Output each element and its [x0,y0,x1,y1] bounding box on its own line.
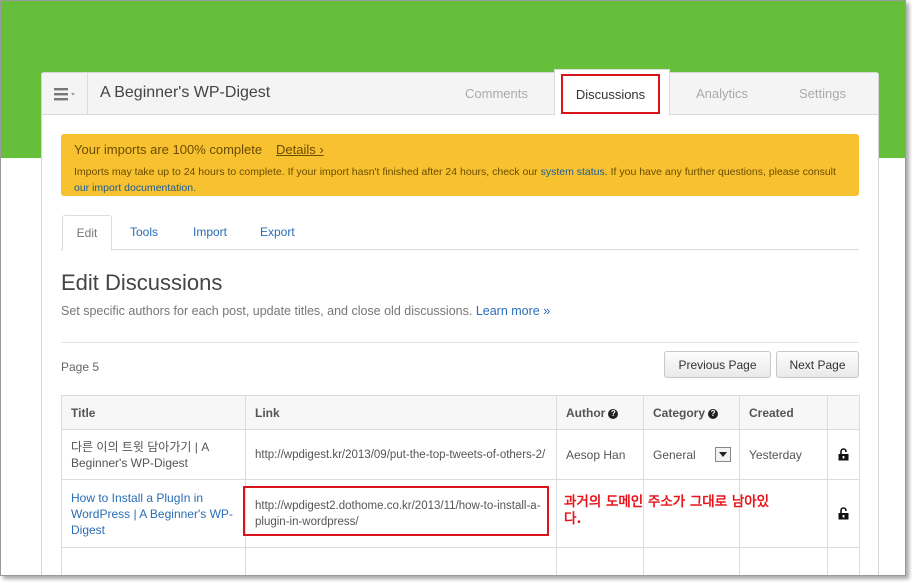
import-complete-alert: Your imports are 100% complete Details ›… [61,134,859,196]
tab-analytics[interactable]: Analytics [696,86,748,101]
page-title: Edit Discussions [61,270,223,295]
previous-page-button[interactable]: Previous Page [664,351,771,378]
import-documentation-link[interactable]: our import documentation [74,182,193,194]
tab-settings[interactable]: Settings [799,86,846,101]
row-title[interactable]: 다른 이의 트윗 담아가기 | A Beginner's WP-Digest [61,429,246,480]
lock-cell [827,429,860,480]
unlock-icon[interactable] [837,507,850,520]
column-header-author: Author? [556,395,644,430]
annotation-text: 과거의 도메인 주소가 그대로 남아있다. [564,494,770,527]
tab-comments[interactable]: Comments [465,86,528,101]
column-header-link: Link [245,395,557,430]
system-status-link[interactable]: system status [541,166,605,178]
sub-navigation: Edit Tools Import Export [61,215,859,251]
row-title[interactable]: How to Install a PlugIn in WordPress | A… [61,479,246,548]
column-header-created: Created [739,395,828,430]
lock-cell [827,479,860,548]
column-header-category-label: Category [653,405,706,420]
table-row [61,547,860,575]
row-title [61,547,246,575]
row-created [739,547,828,575]
row-link[interactable]: http://wpdigest.kr/2013/09/put-the-top-t… [245,429,557,480]
column-header-title: Title [61,395,246,430]
menu-button[interactable] [42,73,88,114]
alert-body: Imports may take up to 24 hours to compl… [74,164,849,196]
column-header-lock [827,395,860,430]
page-indicator: Page 5 [61,360,100,374]
category-value: General [653,447,696,462]
screenshot-frame: A Beginner's WP-Digest Comments Discussi… [0,0,906,576]
tab-discussions[interactable]: Discussions [554,69,670,116]
page-description: Set specific authors for each post, upda… [61,304,550,318]
alert-body-text: . If you have any further questions, ple… [604,166,836,178]
tab-discussions-label: Discussions [561,74,660,114]
row-author[interactable]: Aesop Han [556,429,644,480]
admin-panel: A Beginner's WP-Digest Comments Discussi… [41,69,879,575]
help-icon[interactable]: ? [708,408,719,419]
category-select [643,547,740,575]
column-header-author-label: Author [566,405,606,420]
table-header-row: Title Link Author? Category? Created [61,395,860,430]
site-title[interactable]: A Beginner's WP-Digest [100,84,270,102]
learn-more-link[interactable]: Learn more » [476,304,550,318]
alert-details-link[interactable]: Details › [276,142,324,157]
highlight-box [243,486,549,536]
subtab-tools[interactable]: Tools [130,225,158,239]
hamburger-menu-icon [53,87,76,101]
subtab-edit[interactable]: Edit [62,215,112,251]
alert-body-text: Imports may take up to 24 hours to compl… [74,166,541,178]
description-text: Set specific authors for each post, upda… [61,304,473,318]
row-created: Yesterday [739,429,828,480]
dropdown-arrow-icon[interactable] [715,447,731,462]
category-select[interactable]: General [643,429,740,480]
unlock-icon[interactable] [837,448,850,461]
top-navbar: A Beginner's WP-Digest Comments Discussi… [42,69,878,116]
row-author [556,547,644,575]
column-header-category: Category? [643,395,740,430]
row-link [245,547,557,575]
help-icon[interactable]: ? [608,408,619,419]
subtab-import[interactable]: Import [193,225,227,239]
divider [61,342,859,343]
lock-cell [827,547,860,575]
subtab-export[interactable]: Export [260,225,295,239]
alert-body-text: . [193,182,196,194]
next-page-button[interactable]: Next Page [776,351,859,378]
table-row: 다른 이의 트윗 담아가기 | A Beginner's WP-Digest h… [61,429,860,480]
alert-title: Your imports are 100% complete [74,142,263,157]
